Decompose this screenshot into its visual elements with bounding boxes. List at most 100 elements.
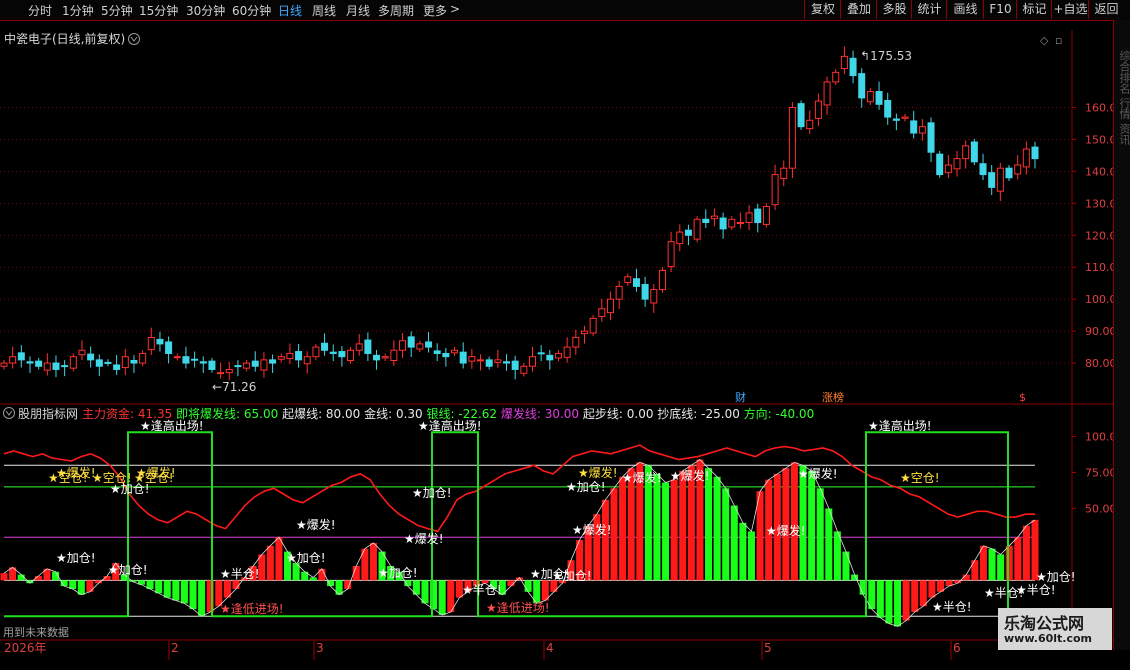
right-sidebar[interactable]: 综合排名 行情 资讯: [1113, 20, 1130, 650]
candle: [147, 327, 155, 356]
indicator-bar: [730, 505, 738, 581]
candle: [329, 344, 337, 362]
candle: [875, 81, 883, 110]
candle: [840, 46, 848, 74]
candle: [468, 349, 476, 369]
candle: [546, 349, 554, 370]
indicator-bar: [155, 580, 163, 594]
period-tab-4[interactable]: 30分钟: [186, 2, 225, 19]
chevron-down-icon: [130, 36, 138, 42]
toolbar-button-2[interactable]: 多股: [876, 0, 912, 19]
candle: [589, 315, 597, 337]
period-tab-6[interactable]: 日线: [278, 2, 302, 19]
price-axis-label: 120.0: [1085, 229, 1113, 242]
period-tab-5[interactable]: 60分钟: [232, 2, 271, 19]
signal-label: ★加仓!: [108, 563, 148, 577]
period-tab-8[interactable]: 月线: [346, 2, 370, 19]
price-axis-label: 150.0: [1085, 133, 1113, 146]
candle: [554, 350, 562, 362]
candle: [69, 353, 77, 372]
candle: [684, 224, 692, 246]
expand-icon[interactable]: ▫: [1055, 34, 1062, 47]
watermark-logo: 乐淘公式网 www.60lt.com: [998, 608, 1112, 650]
signal-label: ★空仓!: [48, 471, 88, 485]
period-tab-2[interactable]: 5分钟: [101, 2, 133, 19]
candle: [667, 231, 675, 273]
period-tab-1[interactable]: 1分钟: [62, 2, 94, 19]
toolbar-button-4[interactable]: 画线: [946, 0, 984, 19]
month-label: 5: [764, 641, 772, 655]
period-tab-3[interactable]: 15分钟: [139, 2, 178, 19]
candle: [17, 345, 25, 368]
event-marker-top-gainers[interactable]: 涨榜: [822, 390, 844, 404]
candle: [572, 329, 580, 355]
candle: [26, 356, 34, 373]
candle: [901, 113, 909, 122]
indicator-bar: [172, 580, 180, 601]
month-label: 3: [316, 641, 324, 655]
signal-label: ★加仓!: [412, 486, 452, 500]
signal-label: ★加仓!: [1036, 570, 1076, 584]
price-axis-label: 90.00: [1085, 325, 1113, 338]
toolbar-button-8[interactable]: 返回: [1088, 0, 1124, 19]
indicator-bar: [0, 573, 8, 581]
candle: [269, 354, 277, 373]
toolbar-button-6[interactable]: 标记: [1016, 0, 1052, 19]
candle: [979, 153, 987, 181]
indicator-bar: [833, 531, 841, 581]
candle: [303, 351, 311, 374]
candle: [676, 224, 684, 252]
settings-diamond-icon[interactable]: ◇: [1040, 34, 1049, 47]
toolbar-button-7[interactable]: +自选: [1051, 0, 1089, 19]
indicator-bar: [799, 465, 807, 581]
candle: [243, 359, 251, 372]
candle: [433, 343, 441, 362]
signal-label: ★加仓!: [552, 569, 592, 583]
signal-label: ★空仓!: [900, 471, 940, 485]
toolbar-button-3[interactable]: 统计: [911, 0, 947, 19]
event-marker-dollar[interactable]: $: [1019, 391, 1026, 404]
toolbar-button-0[interactable]: 复权: [804, 0, 841, 19]
candle: [381, 353, 389, 362]
main-fund-line: [3, 444, 1035, 533]
period-tab-7[interactable]: 周线: [312, 2, 336, 19]
indicator-bar: [60, 580, 68, 587]
period-tab-9[interactable]: 多周期: [378, 2, 414, 19]
candle: [537, 345, 545, 362]
indicator-dropdown-icon[interactable]: [3, 407, 15, 419]
period-tab-10[interactable]: 更多: [423, 2, 447, 19]
signal-label: ★加仓!: [566, 480, 606, 494]
toolbar-button-5[interactable]: F10: [983, 0, 1017, 19]
indicator-bar: [971, 560, 979, 581]
candle: [156, 331, 164, 352]
indicator-bar: [653, 473, 661, 581]
month-label: 6: [953, 641, 961, 655]
candle: [728, 216, 736, 231]
candle: [858, 68, 866, 108]
candle: [988, 165, 996, 196]
indicator-bar: [713, 476, 721, 581]
candle: [598, 298, 606, 322]
candle: [347, 347, 355, 364]
month-label: 2: [171, 641, 179, 655]
candle: [477, 354, 485, 371]
period-tab-0[interactable]: 分时: [28, 2, 52, 19]
toolbar-button-1[interactable]: 叠加: [840, 0, 877, 19]
candle: [632, 268, 640, 292]
indicator-bar: [163, 580, 171, 598]
candle: [762, 203, 770, 228]
indicator-bar: [275, 537, 283, 581]
candle: [225, 361, 233, 381]
signal-label: ★半仓!: [462, 583, 502, 597]
candle: [693, 216, 701, 243]
legend-item: 即将爆发线: 65.00: [176, 406, 282, 421]
candle: [61, 360, 69, 377]
candle: [936, 150, 944, 178]
candle: [95, 354, 103, 377]
candle: [970, 138, 978, 165]
price-axis-label: 160.0: [1085, 102, 1113, 115]
title-dropdown-icon[interactable]: [128, 33, 140, 45]
more-chevron-icon[interactable]: >: [450, 2, 460, 16]
indicator-bar: [705, 468, 713, 581]
event-marker-financial[interactable]: 财: [735, 390, 746, 404]
